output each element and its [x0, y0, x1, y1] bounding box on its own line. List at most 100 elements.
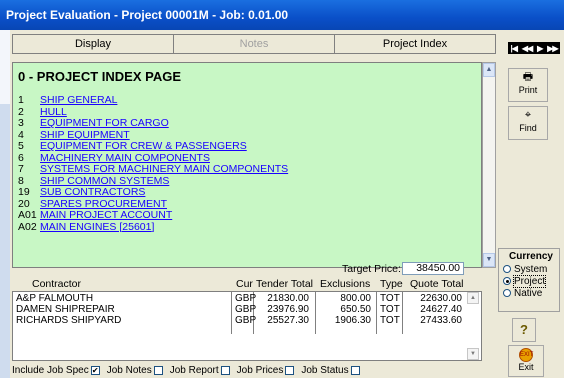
target-price-input[interactable]: 38450.00	[402, 262, 464, 275]
check-label: Job Prices	[236, 365, 284, 376]
table-scroll-down-icon[interactable]: ▼	[467, 348, 479, 360]
check-label: Job Status	[301, 365, 349, 376]
index-row: 5 EQUIPMENT FOR CREW & PASSENGERS	[18, 140, 481, 153]
index-row: A02 MAIN ENGINES [25601]	[18, 220, 481, 234]
radio-button[interactable]	[503, 289, 511, 297]
window-title: Project Evaluation - Project 00001M - Jo…	[0, 0, 564, 30]
next-record-icon[interactable]: ▶	[537, 44, 543, 53]
currency-radio[interactable]: Native	[503, 287, 559, 299]
cell-exclusions: 650.50	[340, 304, 371, 315]
exit-button[interactable]: EXIT Exit	[508, 345, 544, 377]
radio-button[interactable]	[503, 265, 511, 273]
index-row: 19 SUB CONTRACTORS	[18, 186, 481, 199]
index-link[interactable]: EQUIPMENT FOR CARGO	[40, 117, 169, 130]
index-row: 7 SYSTEMS FOR MACHINERY MAIN COMPONENTS	[18, 163, 481, 176]
tab-bar: Display Notes Project Index	[12, 34, 496, 54]
previous-record-icon[interactable]: ◀◀	[522, 44, 533, 53]
tab-project-index[interactable]: Project Index	[335, 35, 495, 53]
index-link[interactable]: EQUIPMENT FOR CREW & PASSENGERS	[40, 140, 247, 153]
tab-display[interactable]: Display	[13, 35, 174, 53]
checkbox[interactable]: ✔	[90, 366, 100, 375]
tab-notes[interactable]: Notes	[174, 35, 335, 53]
first-record-icon[interactable]: |◀	[510, 44, 517, 53]
cell-type: TOT	[380, 304, 400, 315]
table-scroll-up-icon[interactable]: ▲	[467, 292, 479, 304]
binoculars-icon: ⌖	[524, 109, 532, 121]
table-row[interactable]: DAMEN SHIPREPAIR GBP 23976.90 650.50 TOT 2462…	[13, 304, 465, 315]
radio-label: Project	[512, 274, 547, 288]
printer-icon: 🖶	[522, 71, 534, 83]
exit-icon: EXIT	[519, 348, 533, 362]
index-number: 1	[18, 94, 24, 106]
radio-label: Native	[514, 287, 543, 299]
index-number: 19	[18, 186, 30, 198]
exit-label: Exit	[518, 362, 534, 372]
target-price-label: Target Price:	[342, 263, 401, 275]
checkbox[interactable]	[153, 366, 163, 375]
index-number: A01	[18, 209, 37, 221]
cell-contractor: A&P FALMOUTH	[16, 293, 94, 304]
cell-exclusions: 1906.30	[334, 315, 371, 326]
index-row: A01 MAIN PROJECT ACCOUNT	[18, 209, 481, 222]
project-index-pane: 0 - PROJECT INDEX PAGE 1 SHIP GENERAL 2 HUL…	[12, 62, 482, 268]
radio-button[interactable]	[503, 277, 511, 285]
contractor-table: A&P FALMOUTH GBP 21830.00 800.00 TOT 22630.00…	[12, 291, 482, 361]
scroll-down-icon[interactable]: ▼	[483, 253, 495, 267]
cell-type: TOT	[380, 293, 400, 304]
index-link[interactable]: SUB CONTRACTORS	[40, 186, 145, 199]
currency-title: Currency	[509, 251, 553, 262]
print-label: Print	[518, 85, 538, 95]
col-contractor: Contractor	[32, 278, 82, 290]
currency-radio[interactable]: Project	[503, 274, 559, 288]
find-button[interactable]: ⌖ Find	[508, 106, 548, 140]
index-number: 3	[18, 117, 24, 129]
cell-exclusions: 800.00	[340, 293, 371, 304]
index-link[interactable]: SYSTEMS FOR MACHINERY MAIN COMPONENTS	[40, 163, 288, 176]
index-link[interactable]: MAIN ENGINES [25601]	[40, 221, 154, 234]
col-type: Type	[380, 278, 403, 290]
checkbox[interactable]	[220, 366, 230, 375]
index-row: 1 SHIP GENERAL	[18, 94, 481, 107]
checkbox[interactable]	[350, 366, 360, 375]
record-navigator: |◀ ◀◀ ▶ ▶▶	[508, 42, 560, 54]
checkbox[interactable]	[285, 366, 295, 375]
table-row[interactable]: A&P FALMOUTH GBP 21830.00 800.00 TOT 22630.00	[13, 293, 465, 304]
scroll-up-icon[interactable]: ▲	[483, 63, 495, 77]
cell-cur: GBP	[235, 315, 257, 326]
background-panel	[0, 30, 10, 104]
index-scrollbar[interactable]: ▲ ▼	[482, 62, 496, 268]
check-label: Job Report	[169, 365, 219, 376]
check-label: Include Job Spec	[12, 365, 89, 376]
col-quote: Quote Total	[410, 278, 464, 290]
table-scrollbar[interactable]: ▲ ▼	[466, 292, 481, 360]
currency-group: Currency System Project Native	[498, 248, 560, 312]
help-icon: ?	[520, 322, 528, 337]
cell-cur: GBP	[235, 293, 257, 304]
print-button[interactable]: 🖶 Print	[508, 68, 548, 102]
index-row: 3 EQUIPMENT FOR CARGO	[18, 117, 481, 130]
table-row[interactable]: RICHARDS SHIPYARD GBP 25527.30 1906.30 TOT 27…	[13, 315, 465, 326]
index-link[interactable]: SHIP GENERAL	[40, 94, 117, 107]
col-cur: Cur	[236, 278, 253, 290]
cell-quote: 22630.00	[420, 293, 462, 304]
cell-cur: GBP	[235, 304, 257, 315]
cell-type: TOT	[380, 315, 400, 326]
col-tender: Tender Total	[256, 278, 314, 290]
currency-radio[interactable]: System	[503, 263, 559, 275]
index-list: 1 SHIP GENERAL 2 HULL 3 EQUIPMENT FOR CARGO 4 S…	[18, 94, 481, 234]
cell-tender: 25527.30	[267, 315, 309, 326]
cell-quote: 27433.60	[420, 315, 462, 326]
help-button[interactable]: ?	[512, 318, 536, 342]
index-title: 0 - PROJECT INDEX PAGE	[18, 69, 182, 84]
index-link[interactable]: MAIN PROJECT ACCOUNT	[40, 209, 172, 222]
cell-contractor: DAMEN SHIPREPAIR	[16, 304, 115, 315]
index-number: 5	[18, 140, 24, 152]
background-strip	[0, 30, 10, 378]
cell-quote: 24627.40	[420, 304, 462, 315]
index-number: A02	[18, 220, 37, 233]
index-number: 7	[18, 163, 24, 175]
find-label: Find	[519, 123, 537, 133]
last-record-icon[interactable]: ▶▶	[547, 44, 558, 53]
include-options: Include Job Spec ✔ Job Notes Job Report Job …	[12, 365, 367, 376]
cell-contractor: RICHARDS SHIPYARD	[16, 315, 122, 326]
